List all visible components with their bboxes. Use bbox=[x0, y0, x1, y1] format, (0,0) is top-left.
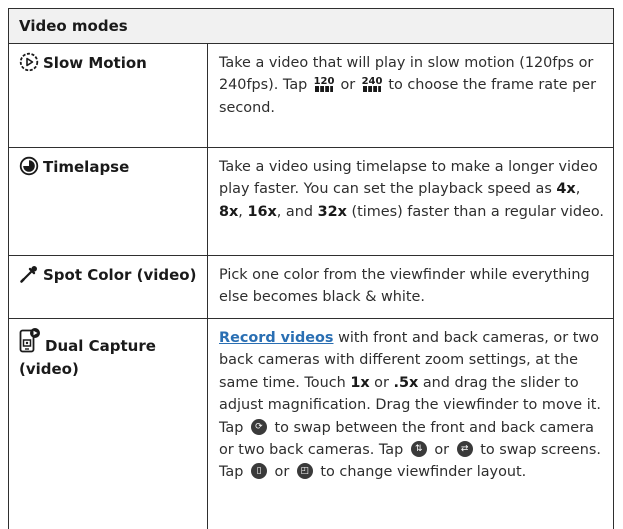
layout-split-icon: ▯ bbox=[250, 463, 267, 480]
svg-text:240: 240 bbox=[362, 76, 382, 87]
fps-120-icon: 120 bbox=[313, 74, 334, 93]
record-videos-link[interactable]: Record videos bbox=[219, 330, 334, 346]
mode-name-cell: Timelapse bbox=[9, 148, 208, 255]
table-row: Timelapse Take a video using timelapse t… bbox=[9, 148, 613, 256]
mode-name: Slow Motion bbox=[43, 54, 147, 72]
svg-text:120: 120 bbox=[314, 76, 334, 87]
swap-vertical-icon: ⇅ bbox=[410, 441, 427, 458]
table-row: Spot Color (video) Pick one color from t… bbox=[9, 256, 613, 319]
timelapse-icon bbox=[19, 156, 39, 182]
video-modes-table: Video modes Slow Motion Take a video tha… bbox=[8, 8, 614, 529]
mode-description: Take a video using timelapse to make a l… bbox=[219, 159, 604, 220]
play-circle-icon bbox=[19, 52, 39, 78]
mode-name: Spot Color (video) bbox=[43, 266, 197, 284]
mode-description: Take a video that will play in slow moti… bbox=[219, 55, 597, 116]
fps-240-icon: 240 bbox=[361, 74, 382, 93]
mode-name-cell: Dual Capture (video) bbox=[9, 319, 208, 529]
dual-capture-icon bbox=[19, 327, 41, 359]
table-row: Slow Motion Take a video that will play … bbox=[9, 44, 613, 148]
mode-description: Record videos with front and back camera… bbox=[219, 330, 601, 481]
mode-name: Timelapse bbox=[43, 158, 130, 176]
swap-horizontal-icon: ⇄ bbox=[456, 441, 473, 458]
table-header: Video modes bbox=[9, 9, 613, 44]
mode-name-cell: Slow Motion bbox=[9, 44, 208, 147]
table-row: Dual Capture (video) Record videos with … bbox=[9, 319, 613, 529]
layout-pip-icon: ◰ bbox=[296, 463, 313, 480]
eyedropper-icon bbox=[19, 264, 39, 290]
mode-description: Pick one color from the viewfinder while… bbox=[219, 267, 590, 306]
switch-camera-icon: ⟳ bbox=[250, 418, 267, 435]
mode-name-cell: Spot Color (video) bbox=[9, 256, 208, 318]
